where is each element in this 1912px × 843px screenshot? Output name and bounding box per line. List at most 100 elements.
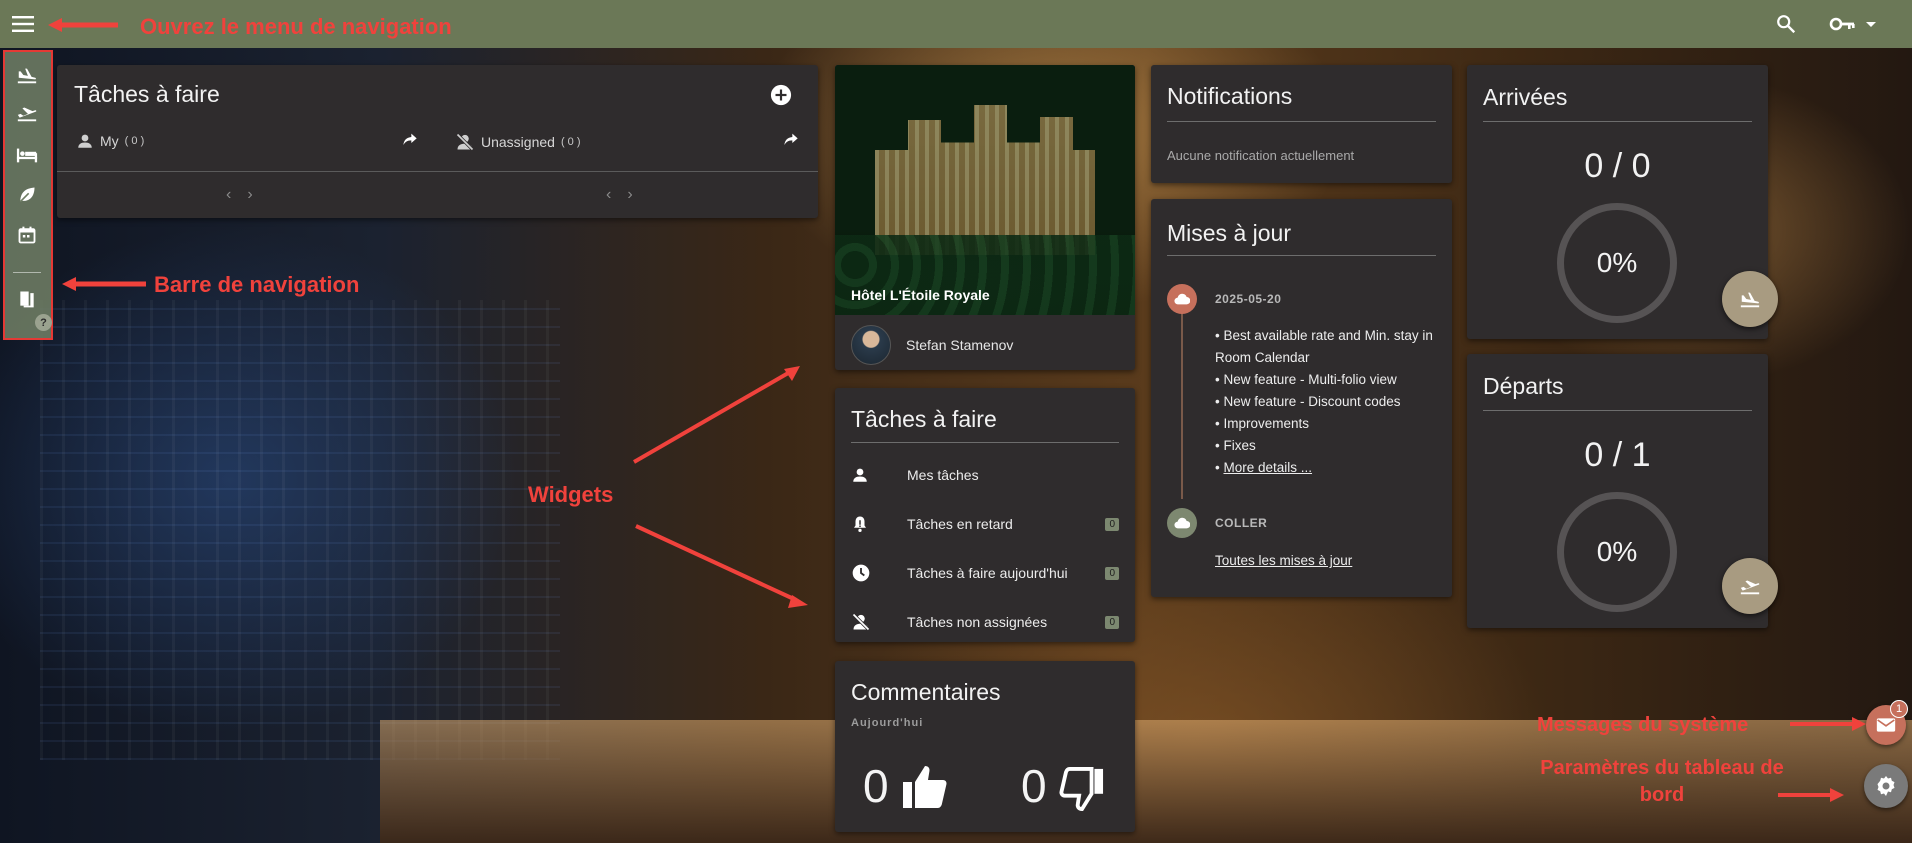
alarm-bell-icon: [854, 516, 866, 533]
tasks-widget-title: Tâches à faire: [851, 406, 997, 432]
updates-title: Mises à jour: [1167, 220, 1291, 246]
departures-progress-ring: 0%: [1557, 492, 1677, 612]
dashboard-settings-button[interactable]: [1864, 764, 1908, 808]
likes-count: 0: [863, 760, 889, 812]
help-badge[interactable]: ?: [35, 314, 52, 331]
tasks-my-filter[interactable]: My ( 0 ): [76, 132, 144, 150]
update-coller: COLLER: [1215, 516, 1268, 530]
chevron-right-icon[interactable]: ›: [247, 186, 268, 203]
arrivals-percent: 0%: [1596, 247, 1638, 278]
hotel-card[interactable]: Hôtel L'Étoile Royale Stefan Stamenov: [835, 65, 1135, 370]
tasks-my-pager[interactable]: ‹›: [226, 186, 269, 204]
tasks-unassigned-pager[interactable]: ‹›: [606, 186, 649, 204]
tasks-my-open[interactable]: [402, 132, 418, 146]
task-item-mine[interactable]: Mes tâches: [851, 460, 1119, 490]
thumbs-down-icon: [1059, 767, 1105, 816]
task-item-label: Tâches à faire aujourd'hui: [907, 565, 1068, 581]
update-note: • New feature - Multi-folio view: [1215, 372, 1397, 387]
person-off-icon: [456, 133, 474, 151]
tasks-unassigned-open[interactable]: [783, 132, 799, 146]
nav-calendar[interactable]: [12, 220, 42, 250]
bed-icon: [16, 148, 38, 163]
task-count-badge: 0: [1105, 566, 1119, 580]
flight-land-icon: [1740, 292, 1760, 308]
nav-departures[interactable]: [12, 98, 42, 128]
caret-down-icon: [1866, 22, 1876, 27]
key-icon: [1829, 17, 1855, 31]
chevron-right-icon[interactable]: ›: [627, 186, 648, 203]
tasks-unassigned-filter[interactable]: Unassigned ( 0 ): [455, 132, 581, 152]
tasks-unassigned-label: Unassigned: [481, 134, 555, 150]
task-item-overdue[interactable]: Tâches en retard 0: [851, 509, 1119, 539]
departures-button[interactable]: [1722, 558, 1778, 614]
nav-housekeeping[interactable]: [12, 180, 42, 210]
avatar: [851, 325, 891, 365]
book-icon: [20, 291, 34, 308]
task-count-badge: 0: [1105, 517, 1119, 531]
add-circle-icon: [770, 84, 792, 106]
mail-icon: [1876, 718, 1896, 732]
arrivals-title: Arrivées: [1483, 84, 1568, 110]
tasks-main-divider: [57, 171, 818, 172]
departures-title: Départs: [1483, 373, 1564, 399]
side-navigation: ?: [3, 50, 53, 340]
dislikes-count: 0: [1021, 760, 1047, 812]
update-note: • Fixes: [1215, 438, 1256, 453]
more-details-link[interactable]: More details ...: [1223, 460, 1312, 475]
update-note: • Improvements: [1215, 416, 1310, 431]
tasks-main-card: Tâches à faire: [57, 65, 818, 218]
tasks-widget-card: Tâches à faire Mes tâches Tâches en reta…: [835, 388, 1135, 642]
task-item-label: Tâches en retard: [907, 516, 1013, 532]
task-item-today[interactable]: Tâches à faire aujourd'hui 0: [851, 558, 1119, 588]
person-icon: [853, 468, 867, 482]
nav-divider: [13, 272, 41, 273]
tasks-unassigned-count: ( 0 ): [560, 136, 581, 148]
arrivals-button[interactable]: [1722, 271, 1778, 327]
annotation-widgets: Widgets: [528, 482, 614, 507]
update-note: • Best available rate and Min. stay in R…: [1215, 328, 1433, 365]
flight-land-icon: [17, 68, 37, 84]
update-date: 2025-05-20: [1215, 292, 1282, 306]
task-item-unassigned[interactable]: Tâches non assignées 0: [851, 607, 1119, 637]
annotation-settings-line: Paramètres du tableau de: [1540, 757, 1784, 779]
leaf-icon: [19, 187, 35, 203]
user-key-menu[interactable]: [1828, 12, 1880, 36]
annotation-settings-line: bord: [1639, 784, 1685, 806]
updates-divider: [1167, 255, 1436, 256]
task-item-label: Mes tâches: [907, 467, 979, 483]
arrivals-divider: [1483, 121, 1752, 122]
nav-rooms[interactable]: [12, 140, 42, 170]
comments-title: Commentaires: [851, 679, 1001, 705]
thumbs-up-icon: [901, 764, 949, 815]
nav-reports[interactable]: [12, 284, 42, 314]
search-icon[interactable]: [1774, 12, 1798, 36]
hotel-palms: [835, 235, 1135, 315]
notifications-empty: Aucune notification actuellement: [1167, 148, 1355, 163]
chevron-left-icon[interactable]: ‹: [226, 186, 247, 203]
annotation-menu: Ouvrez le menu de navigation: [140, 14, 452, 39]
update-more: • More details ...: [1215, 457, 1440, 479]
departures-card: Départs 0 / 1 0%: [1467, 354, 1778, 628]
task-item-label: Tâches non assignées: [907, 614, 1048, 630]
departures-percent: 0%: [1596, 536, 1638, 567]
calendar-icon: [18, 226, 36, 244]
notifications-card: Notifications Aucune notification actuel…: [1151, 65, 1452, 183]
add-task-button[interactable]: [770, 84, 792, 111]
tasks-my-label: My: [100, 133, 119, 149]
departures-ratio: 0 / 1: [1584, 436, 1651, 474]
all-updates-link[interactable]: Toutes les mises à jour: [1215, 553, 1352, 568]
forward-icon: [784, 133, 798, 145]
person-off-icon: [852, 613, 870, 631]
departures-divider: [1483, 410, 1752, 411]
messages-count-badge: 1: [1890, 700, 1908, 718]
task-count-badge: 0: [1105, 615, 1119, 629]
hotel-name: Hôtel L'Étoile Royale: [851, 287, 990, 303]
comments-card: Commentaires Aujourd'hui 0 0: [835, 661, 1135, 832]
gear-icon: [1877, 776, 1895, 796]
nav-arrivals[interactable]: [12, 60, 42, 90]
tasks-widget-divider: [851, 442, 1119, 443]
notifications-divider: [1167, 121, 1436, 122]
user-name: Stefan Stamenov: [906, 337, 1014, 353]
chevron-left-icon[interactable]: ‹: [606, 186, 627, 203]
menu-icon[interactable]: [10, 12, 36, 36]
